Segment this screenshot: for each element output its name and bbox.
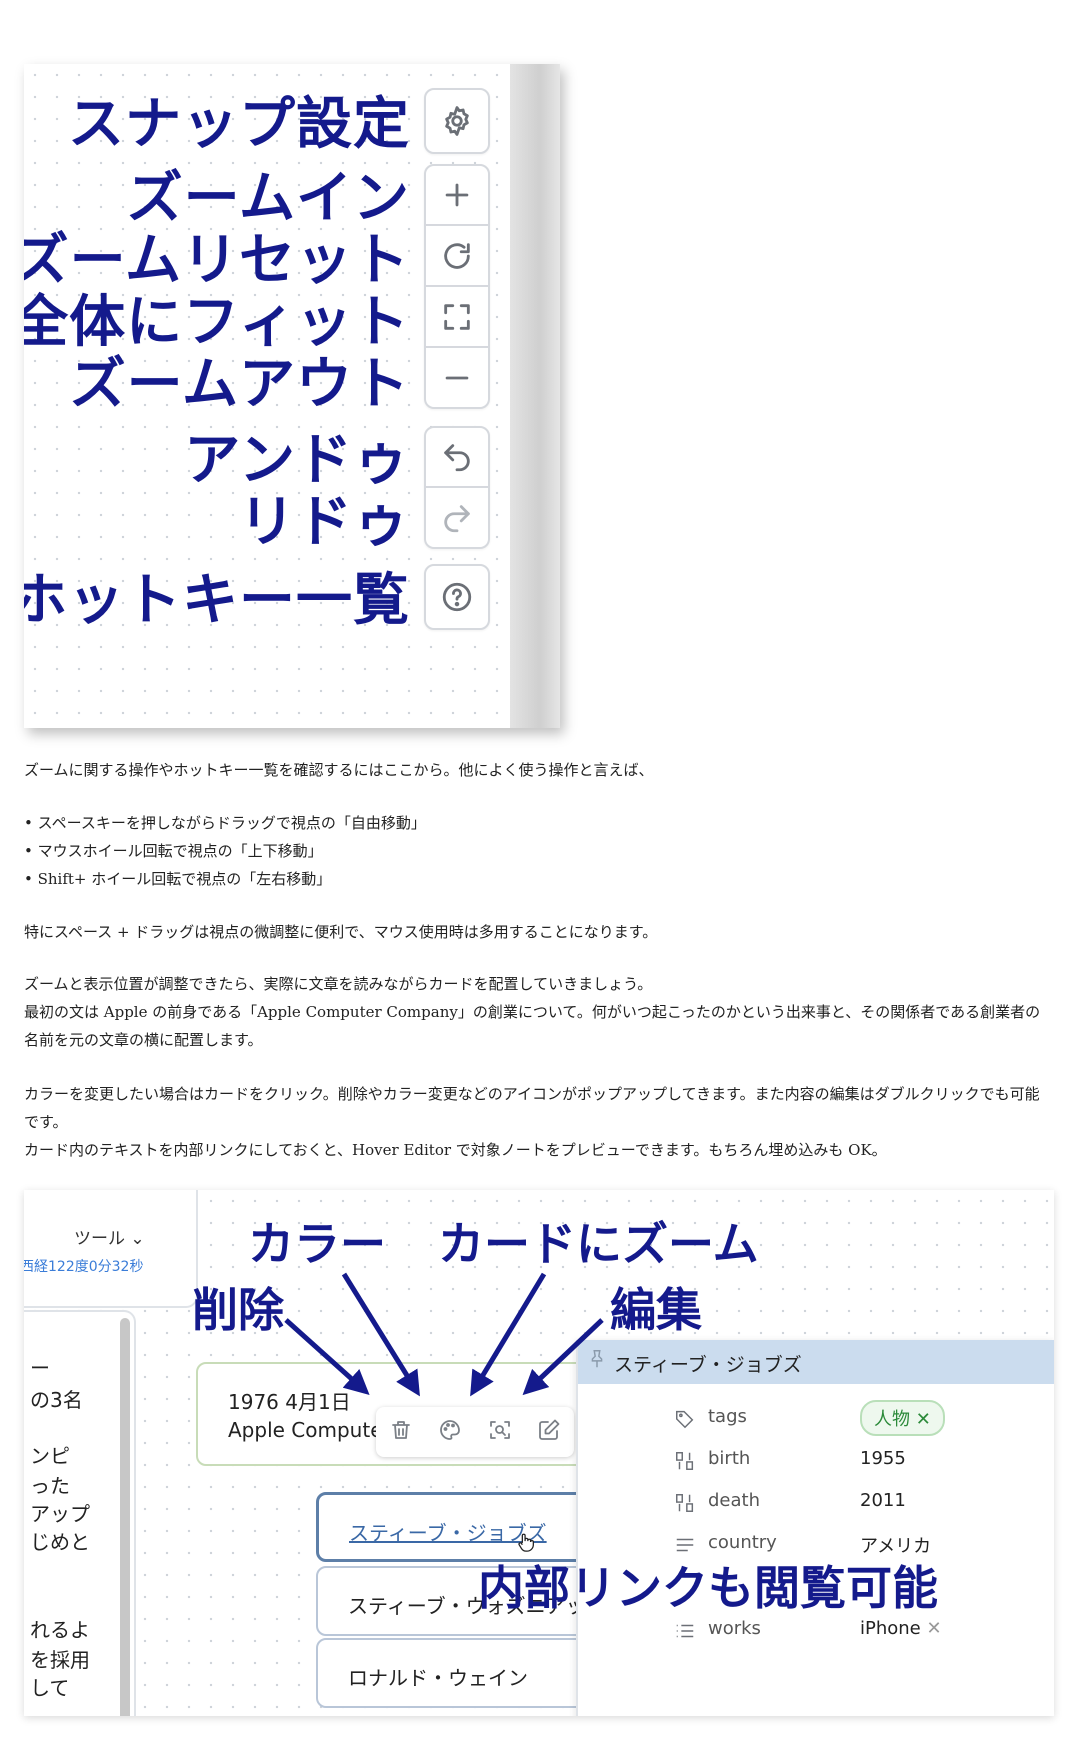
property-value[interactable]: 1955 (860, 1448, 906, 1469)
property-row[interactable]: tags 人物 ✕ (674, 1400, 1054, 1436)
label-undo: アンドゥ (184, 428, 410, 493)
hover-editor: スティーブ・ジョブズ tags 人物 ✕ birth 1955 death 20… (576, 1340, 1054, 1716)
bullet-2: • マウスホイール回転で視点の「上下移動」 (24, 842, 323, 860)
note-line: アップ (30, 1502, 90, 1526)
property-key: country (708, 1532, 777, 1553)
number-icon (674, 1492, 696, 1514)
label-hotkeys: ホットキー一覧 (24, 568, 410, 633)
plus-icon (445, 183, 469, 207)
card-popup-toolbar (376, 1407, 574, 1457)
property-key: works (708, 1618, 761, 1639)
tag-pill[interactable]: 人物 ✕ (860, 1400, 945, 1436)
label-zoom-out: ズームアウト (69, 352, 410, 417)
edit-icon (539, 1419, 560, 1440)
scroll-gutter (510, 64, 560, 728)
rotate-icon (444, 242, 470, 269)
property-key: death (708, 1490, 760, 1511)
label-redo: リドゥ (239, 490, 410, 555)
zoom-out-button[interactable] (424, 347, 490, 409)
tool-menu-label: ツール (74, 1229, 125, 1249)
hover-editor-title: スティーブ・ジョブズ (614, 1354, 802, 1376)
label-zoom-reset: ズームリセット (24, 228, 410, 293)
annotation-internal-link: 内部リンクも閲覧可能 (478, 1561, 938, 1615)
undo-button[interactable] (424, 426, 490, 488)
zoom-to-card-button[interactable] (488, 1418, 512, 1446)
redo-icon (444, 504, 470, 532)
note-line: を採用 (30, 1648, 90, 1672)
note-line: った (30, 1474, 70, 1498)
note-line: して (30, 1676, 70, 1700)
snap-settings-button[interactable] (424, 88, 490, 154)
property-row[interactable]: works iPhone ✕ (674, 1618, 1054, 1648)
help-icon (442, 582, 472, 612)
trash-button[interactable] (389, 1418, 413, 1446)
date-card-line1: 1976 4月1日 (228, 1390, 351, 1414)
person-card[interactable]: ロナルド・ウェイン (316, 1638, 596, 1708)
annotation-zoom-to-card: カードにズーム (438, 1217, 759, 1271)
note-line: ー (30, 1356, 50, 1380)
close-icon[interactable]: ✕ (927, 1618, 942, 1639)
undo-icon (444, 444, 470, 472)
card-actions-screenshot: ツール ⌄ 西経122度0分32秒 ー の3名 ンピ った アップ じめと れる… (24, 1190, 1054, 1716)
bullet-1: • スペースキーを押しながらドラッグで視点の「自由移動」 (24, 814, 426, 832)
scan-search-icon (489, 1421, 510, 1439)
fit-all-button[interactable] (424, 286, 490, 348)
toolbar-pane: ツール ⌄ 西経122度0分32秒 (24, 1190, 198, 1308)
gear-icon (445, 106, 469, 136)
paragraph-2: 特にスペース + ドラッグは視点の微調整に便利で、マウス使用時は多用することにな… (24, 923, 658, 941)
paragraph-3a: ズームと表示位置が調整できたら、実際に文章を読みながらカードを配置していきましょ… (24, 975, 653, 993)
annotation-edit: 編集 (610, 1283, 702, 1337)
property-key: birth (708, 1448, 751, 1469)
label-snap-settings: スナップ設定 (68, 92, 410, 157)
note-line: じめと (30, 1530, 90, 1554)
close-icon[interactable]: ✕ (916, 1409, 931, 1430)
bullet-3: • Shift+ ホイール回転で視点の「左右移動」 (24, 870, 332, 888)
card-text: ロナルド・ウェイン (348, 1666, 528, 1690)
label-zoom-in: ズームイン (126, 166, 410, 231)
canvas-controls-screenshot: スナップ設定 ズームイン ズームリセット 全体にフィット ズームアウト アンドゥ… (24, 64, 560, 728)
coordinate-text: 西経122度0分32秒 (24, 1259, 144, 1275)
paragraph-4a: カラーを変更したい場合はカードをクリック。削除やカラー変更などのアイコンがポップ… (24, 1085, 1040, 1131)
list-icon (674, 1620, 696, 1642)
hotkeys-button[interactable] (424, 564, 490, 630)
pin-icon[interactable] (586, 1348, 608, 1370)
chevron-down-icon: ⌄ (130, 1229, 145, 1249)
property-key: tags (708, 1406, 747, 1427)
trash-icon (391, 1421, 410, 1439)
zoom-reset-button[interactable] (424, 225, 490, 287)
palette-icon (440, 1420, 461, 1440)
list-item-value: iPhone (860, 1618, 921, 1639)
note-pane: ー の3名 ンピ った アップ じめと れるよ を採用 して (24, 1310, 136, 1716)
tag-label: 人物 (874, 1409, 910, 1430)
scrollbar[interactable] (120, 1318, 130, 1716)
paragraph-1: ズームに関する操作やホットキー一覧を確認するにはここから。他によく使う操作と言え… (24, 761, 654, 779)
zoom-in-button[interactable] (424, 164, 490, 226)
minus-icon (445, 376, 469, 379)
maximize-icon (444, 303, 470, 330)
paragraph-4b: カード内のテキストを内部リンクにしておくと、Hover Editor で対象ノー… (24, 1141, 887, 1159)
number-icon (674, 1450, 696, 1472)
hover-editor-header: スティーブ・ジョブズ (578, 1340, 1054, 1384)
property-row[interactable]: birth 1955 (674, 1448, 1054, 1478)
tool-menu[interactable]: ツール ⌄ (74, 1224, 145, 1249)
redo-button[interactable] (424, 487, 490, 549)
edit-button[interactable] (537, 1418, 561, 1446)
note-line: の3名 (30, 1388, 83, 1412)
note-line: れるよ (30, 1618, 90, 1642)
property-value[interactable]: iPhone ✕ (860, 1618, 942, 1639)
note-line: ンピ (30, 1444, 70, 1468)
annotation-delete: 削除 (192, 1283, 284, 1337)
tag-icon (674, 1408, 696, 1430)
color-button[interactable] (438, 1418, 462, 1446)
date-card-line2: Apple Computer (228, 1418, 391, 1442)
label-fit-all: 全体にフィット (24, 290, 410, 355)
property-row[interactable]: death 2011 (674, 1490, 1054, 1520)
paragraph-3b: 最初の文は Apple の前身である「Apple Computer Compan… (24, 1003, 1041, 1049)
annotation-color: カラー (248, 1217, 386, 1271)
property-value[interactable]: 2011 (860, 1490, 906, 1511)
